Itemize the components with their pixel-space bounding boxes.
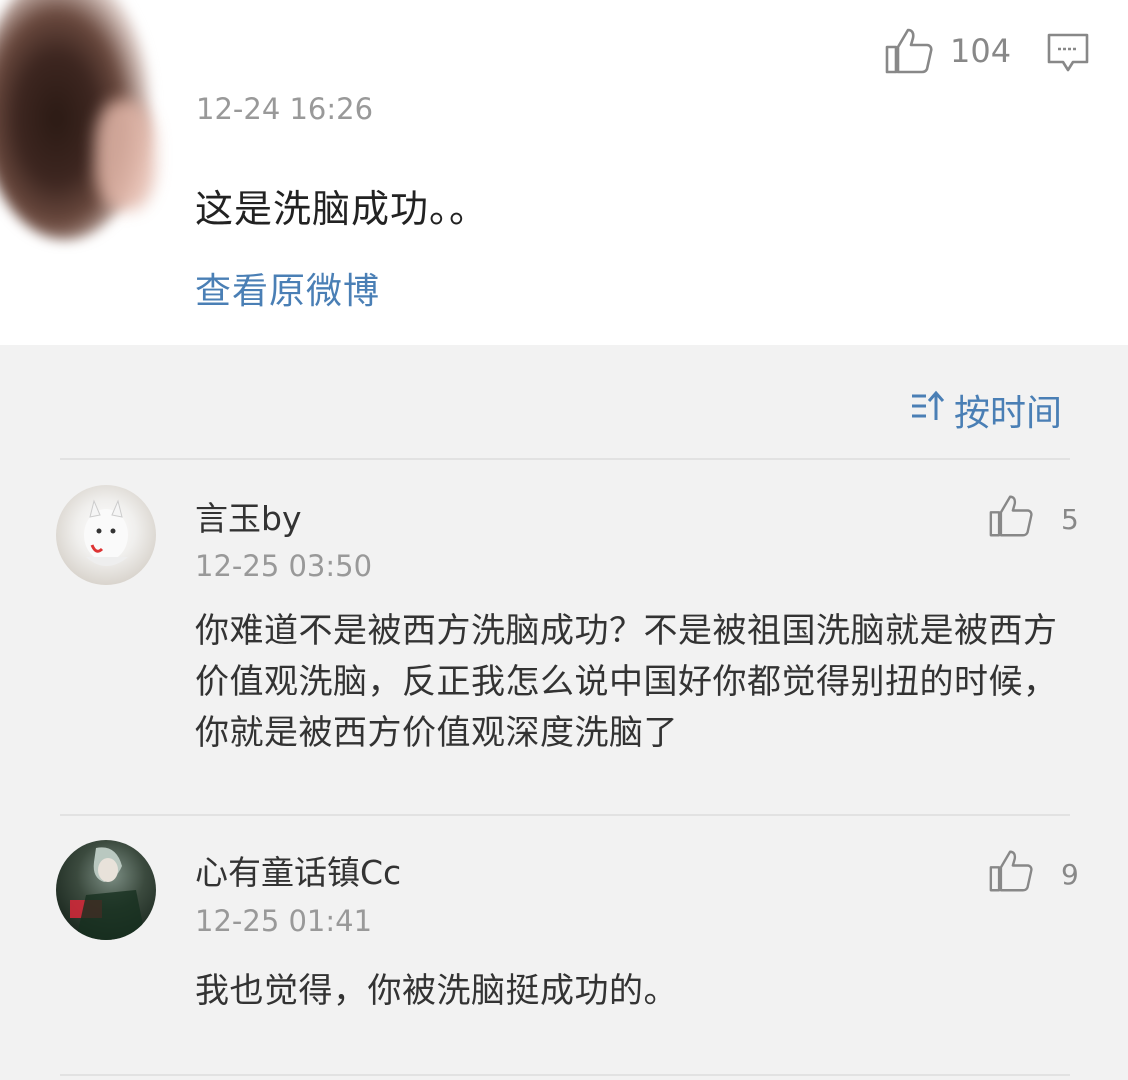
avatar[interactable]: [56, 840, 156, 940]
reply-timestamp: 12-25 01:41: [195, 904, 373, 938]
comment-bubble-icon[interactable]: [1046, 32, 1090, 74]
original-comment-card: 12-24 16:26 这是洗脑成功。。 查看原微博 104: [0, 0, 1128, 345]
divider: [60, 458, 1070, 460]
reply-text: 我也觉得，你被洗脑挺成功的。: [195, 971, 678, 1011]
username[interactable]: 心有童话镇Cc: [195, 846, 401, 894]
reply-text: 你难道不是被西方洗脑成功？不是被祖国洗脑就是被西方价值观洗脑，反正我怎么说中国好…: [195, 611, 1058, 753]
reply-timestamp: 12-25 03:50: [195, 549, 373, 583]
view-original-post-link[interactable]: 查看原微博: [195, 262, 380, 314]
comment-text: 这是洗脑成功。。: [195, 187, 489, 231]
divider: [60, 1074, 1070, 1076]
comment-timestamp: 12-24 16:26: [196, 92, 374, 126]
avatar[interactable]: [56, 485, 156, 585]
like-count: 9: [1061, 858, 1079, 891]
avatar-detail: [95, 100, 155, 210]
sort-icon: [910, 390, 946, 431]
thumbs-up-icon[interactable]: [988, 494, 1034, 542]
sort-label: 按时间: [954, 393, 1063, 434]
thumbs-up-icon[interactable]: [988, 849, 1034, 897]
like-count: 5: [1061, 503, 1079, 536]
username[interactable]: 言玉by: [195, 492, 301, 540]
thumbs-up-icon[interactable]: [884, 27, 934, 75]
sort-by-time-button[interactable]: 按时间: [910, 384, 1062, 436]
divider: [60, 814, 1070, 816]
like-count: 104: [950, 32, 1012, 70]
